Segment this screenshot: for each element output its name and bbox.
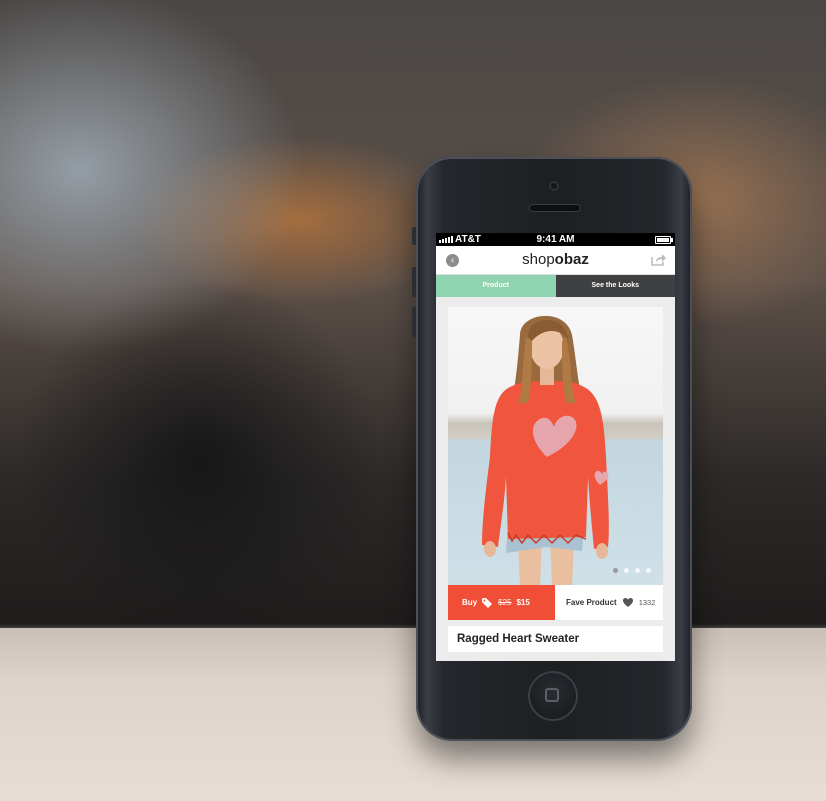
fave-count: 1332: [638, 598, 656, 607]
app-logo: shopobaz: [436, 251, 675, 268]
product-content: Buy $25 $15 Fave Product 1332 Ragged Hea…: [436, 297, 675, 652]
battery-icon: [655, 236, 673, 244]
tab-product[interactable]: Product: [436, 275, 556, 297]
mute-switch: [412, 227, 416, 245]
share-icon[interactable]: [650, 252, 667, 267]
wooden-table: [0, 628, 826, 801]
app-screen: AT&T 9:41 AM ‹ shopobaz Product See the …: [436, 233, 675, 661]
navigation-bar: ‹ shopobaz: [436, 246, 675, 275]
fave-label: Fave Product: [566, 598, 617, 607]
carousel-dots[interactable]: [613, 568, 651, 573]
carousel-dot[interactable]: [624, 568, 629, 573]
heart-icon: [622, 598, 633, 607]
home-square-icon: [545, 688, 559, 702]
logo-suffix: obaz: [554, 251, 589, 268]
earpiece-speaker: [529, 204, 581, 212]
status-bar: AT&T 9:41 AM: [436, 233, 675, 246]
product-photo[interactable]: [448, 307, 663, 585]
volume-up-button: [412, 267, 416, 297]
action-bar: Buy $25 $15 Fave Product 1332: [448, 585, 663, 620]
model-illustration: [482, 315, 609, 585]
sale-price: $15: [516, 598, 530, 607]
product-title: Ragged Heart Sweater: [448, 626, 663, 652]
volume-down-button: [412, 307, 416, 337]
product-card: Buy $25 $15 Fave Product 1332: [448, 307, 663, 620]
clock: 9:41 AM: [536, 234, 575, 245]
front-camera: [549, 181, 559, 191]
fave-product-button[interactable]: Fave Product 1332: [555, 585, 663, 620]
buy-label: Buy: [462, 598, 478, 607]
tab-see-the-looks[interactable]: See the Looks: [555, 275, 675, 297]
carousel-dot[interactable]: [646, 568, 651, 573]
tab-bar: Product See the Looks: [436, 275, 675, 297]
buy-button[interactable]: Buy $25 $15: [448, 585, 555, 620]
original-price: $25: [498, 598, 512, 607]
iphone-device: AT&T 9:41 AM ‹ shopobaz Product See the …: [412, 157, 692, 741]
home-button[interactable]: [528, 671, 578, 721]
carousel-dot[interactable]: [635, 568, 640, 573]
carousel-dot[interactable]: [613, 568, 618, 573]
logo-prefix: shop: [522, 251, 555, 268]
price-tag-icon: [482, 597, 493, 608]
blurred-background: [0, 0, 826, 801]
